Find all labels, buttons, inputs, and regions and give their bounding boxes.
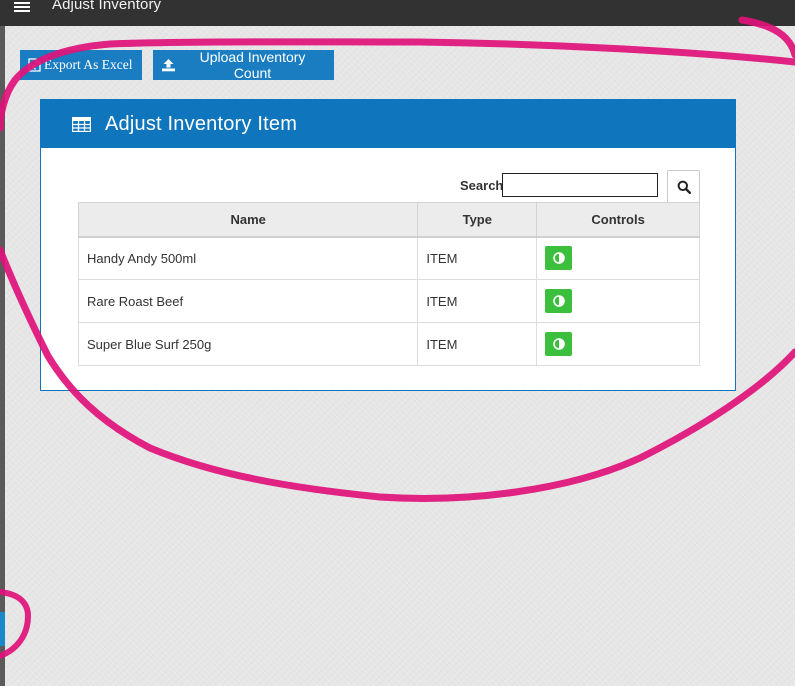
item-name-cell: Super Blue Surf 250g xyxy=(77,322,419,366)
adjust-item-button[interactable] xyxy=(545,332,573,356)
table-header-row: Name Type Controls xyxy=(77,202,700,238)
item-name-cell: Handy Andy 500ml xyxy=(77,236,419,280)
item-name-cell: Rare Roast Beef xyxy=(77,279,419,323)
table-row: Rare Roast Beef ITEM xyxy=(77,279,700,323)
column-header-name[interactable]: Name xyxy=(77,202,419,238)
controls-cell xyxy=(536,236,700,280)
adjust-contrast-icon xyxy=(552,338,565,350)
page-title: Adjust Inventory xyxy=(52,0,162,13)
controls-cell xyxy=(536,279,700,323)
search-input[interactable] xyxy=(502,173,658,197)
item-type-cell: ITEM xyxy=(417,236,538,280)
column-header-type[interactable]: Type xyxy=(417,202,538,238)
hamburger-menu-icon[interactable] xyxy=(14,2,30,12)
adjust-item-button[interactable] xyxy=(545,246,573,271)
controls-cell xyxy=(536,322,700,366)
upload-icon xyxy=(162,59,175,72)
left-edge-accent xyxy=(0,612,5,646)
magnifier-icon xyxy=(677,180,691,194)
upload-inventory-count-label: Upload Inventory Count xyxy=(199,49,306,81)
panel-header: Adjust Inventory Item xyxy=(41,100,735,148)
item-type-cell: ITEM xyxy=(417,322,538,366)
panel-title: Adjust Inventory Item xyxy=(105,112,298,135)
column-header-controls: Controls xyxy=(536,202,700,238)
inventory-table: Name Type Controls Handy Andy 500ml ITEM xyxy=(77,202,700,366)
excel-file-icon xyxy=(28,58,41,72)
adjust-item-button[interactable] xyxy=(545,289,573,313)
search-label: Search xyxy=(460,178,504,193)
upload-inventory-count-button[interactable]: Upload Inventory Count xyxy=(153,49,334,81)
export-excel-label: Export As Excel xyxy=(44,57,133,72)
left-edge-strip xyxy=(0,26,5,686)
table-grid-icon xyxy=(72,116,91,132)
search-button[interactable] xyxy=(667,170,700,203)
table-row: Super Blue Surf 250g ITEM xyxy=(77,322,700,366)
top-bar: Adjust Inventory xyxy=(0,0,795,26)
table-row: Handy Andy 500ml ITEM xyxy=(77,236,700,280)
adjust-inventory-panel: Adjust Inventory Item Search Name Type C… xyxy=(40,99,736,391)
item-type-cell: ITEM xyxy=(417,279,538,323)
adjust-contrast-icon xyxy=(552,252,565,265)
adjust-contrast-icon xyxy=(552,295,565,307)
export-excel-button[interactable]: Export As Excel xyxy=(20,50,142,80)
